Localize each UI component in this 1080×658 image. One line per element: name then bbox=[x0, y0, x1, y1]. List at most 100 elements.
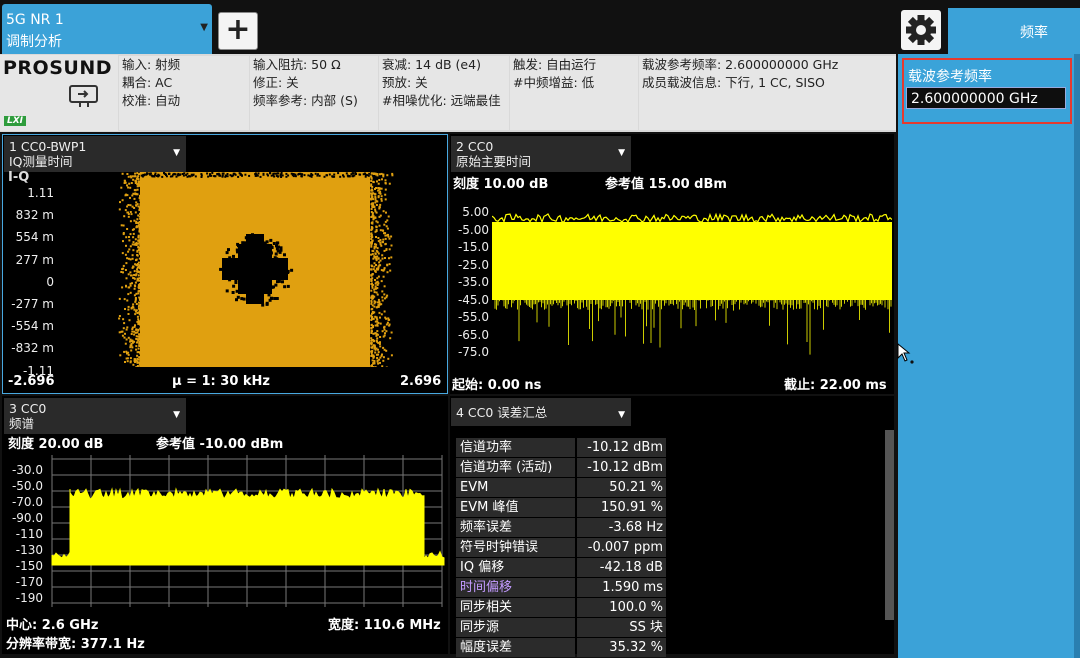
y-tick-label: -190 bbox=[15, 591, 43, 605]
info-trigger-group[interactable]: 触发: 自由运行 #中频增益: 低 bbox=[510, 56, 638, 130]
summary-row: 符号时钟错误 -0.007 ppm bbox=[456, 538, 666, 558]
info-text: 修正: 关 bbox=[253, 75, 299, 90]
info-text: 成员载波信息: 下行, 1 CC, SISO bbox=[642, 75, 825, 90]
chevron-down-icon: ▼ bbox=[200, 22, 208, 33]
raw-time-start: 起始: 0.00 ns bbox=[452, 378, 542, 393]
spectrum-scale: 刻度 20.00 dB bbox=[8, 437, 104, 452]
y-tick-label: -45.0 bbox=[457, 292, 489, 307]
iq-x-left: -2.696 bbox=[8, 374, 55, 389]
summary-value: 50.21 % bbox=[577, 478, 666, 497]
y-tick-label: -30.0 bbox=[11, 463, 43, 477]
summary-value: 1.590 ms bbox=[577, 578, 666, 597]
settings-button[interactable] bbox=[901, 10, 941, 50]
window-title: 2 CC0 bbox=[456, 139, 494, 154]
remote-control-icon bbox=[69, 85, 98, 107]
raw-time-scale: 刻度 10.00 dB bbox=[453, 177, 549, 192]
summary-value: 150.91 % bbox=[577, 498, 666, 517]
window-subtitle: 原始主要时间 bbox=[456, 154, 532, 169]
summary-key: EVM bbox=[456, 478, 575, 497]
spectrum-trace-plot bbox=[51, 455, 445, 607]
window-title: 1 CC0-BWP1 bbox=[9, 139, 87, 154]
summary-row: 频率误差 -3.68 Hz bbox=[456, 518, 666, 538]
spectrum-center-frequency: 中心: 2.6 GHz bbox=[6, 618, 99, 633]
window-2-tab[interactable]: 2 CC0 原始主要时间 ▼ bbox=[451, 136, 631, 172]
y-tick-label: -832 m bbox=[11, 341, 54, 356]
info-attenuation-group[interactable]: 衰减: 14 dB (e4) 预放: 关 #相噪优化: 远端最佳 bbox=[379, 56, 509, 130]
iq-constellation-plot bbox=[118, 172, 394, 367]
summary-key: 信道功率 bbox=[456, 438, 575, 457]
y-tick-label: -35.0 bbox=[457, 275, 489, 289]
chevron-down-icon: ▼ bbox=[173, 148, 180, 158]
summary-row: IQ 偏移 -42.18 dB bbox=[456, 558, 666, 578]
window-4-tab[interactable]: 4 CC0 误差汇总 ▼ bbox=[451, 398, 631, 426]
window-subtitle: IQ测量时间 bbox=[9, 154, 73, 169]
info-carrier-group[interactable]: 载波参考频率: 2.600000000 GHz 成员载波信息: 下行, 1 CC… bbox=[639, 56, 896, 130]
lxi-badge: LXI bbox=[4, 116, 27, 126]
info-text: 耦合: AC bbox=[122, 75, 173, 90]
logo-area: PROSUND LXI bbox=[0, 55, 118, 131]
iq-axis-name: I-Q bbox=[8, 170, 30, 185]
summary-key: 信道功率 (活动) bbox=[456, 458, 575, 477]
spectrum-ref-level: 参考值 -10.00 dBm bbox=[156, 437, 284, 452]
summary-value: -10.12 dBm bbox=[577, 458, 666, 477]
y-tick-label: -554 m bbox=[11, 319, 54, 334]
y-tick-label: 554 m bbox=[15, 230, 54, 245]
error-summary-scrollbar[interactable] bbox=[885, 430, 894, 620]
add-mode-button[interactable]: + bbox=[218, 12, 258, 50]
summary-value: -42.18 dB bbox=[577, 558, 666, 577]
info-text: 载波参考频率: 2.600000000 GHz bbox=[642, 57, 839, 72]
summary-row: EVM 峰值 150.91 % bbox=[456, 498, 666, 518]
menu-title-frequency: 频率 bbox=[948, 8, 1080, 54]
summary-key: IQ 偏移 bbox=[456, 558, 575, 577]
info-text: 触发: 自由运行 bbox=[513, 57, 597, 72]
summary-value: 100.0 % bbox=[577, 598, 666, 617]
raw-time-trace-plot bbox=[492, 212, 892, 355]
summary-key: 时间偏移 bbox=[456, 578, 575, 597]
y-tick-label: -150 bbox=[15, 559, 43, 573]
y-tick-label: -50.0 bbox=[11, 479, 43, 493]
y-tick-label: -277 m bbox=[11, 297, 54, 311]
summary-key: 频率误差 bbox=[456, 518, 575, 537]
window-1-tab[interactable]: 1 CC0-BWP1 IQ测量时间 ▼ bbox=[4, 136, 186, 172]
raw-time-ref-level: 参考值 15.00 dBm bbox=[605, 177, 727, 192]
summary-key: 符号时钟错误 bbox=[456, 538, 575, 557]
y-tick-label: -55.0 bbox=[457, 310, 489, 324]
raw-time-envelope bbox=[492, 222, 892, 300]
measurement-mode-tab[interactable]: 5G NR 1 调制分析 ▼ bbox=[2, 4, 212, 54]
iq-x-right: 2.696 bbox=[400, 374, 442, 389]
summary-row: 信道功率 (活动) -10.12 dBm bbox=[456, 458, 666, 478]
raw-time-stop: 截止: 22.00 ms bbox=[784, 378, 887, 393]
summary-row: 同步相关 100.0 % bbox=[456, 598, 666, 618]
summary-key: 幅度误差 bbox=[456, 638, 575, 657]
info-text: 衰减: 14 dB (e4) bbox=[382, 57, 481, 72]
window-3-tab[interactable]: 3 CC0 频谱 ▼ bbox=[4, 398, 186, 434]
info-text: 频率参考: 内部 (S) bbox=[253, 93, 358, 108]
summary-key: 同步相关 bbox=[456, 598, 575, 617]
info-text: #相噪优化: 远端最佳 bbox=[382, 93, 501, 108]
y-tick-label: -110 bbox=[15, 527, 43, 541]
mode-measurement: 调制分析 bbox=[6, 34, 62, 50]
summary-value: SS 块 bbox=[577, 618, 666, 637]
mode-name: 5G NR 1 bbox=[6, 12, 64, 28]
y-tick-label: 0 bbox=[46, 274, 54, 289]
y-tick-label: -170 bbox=[15, 575, 43, 589]
softkey-panel bbox=[898, 54, 1080, 658]
summary-value: -0.007 ppm bbox=[577, 538, 666, 557]
iq-numerology: μ = 1: 30 kHz bbox=[172, 374, 270, 389]
mouse-pointer-icon bbox=[897, 343, 914, 364]
summary-value: 35.32 % bbox=[577, 638, 666, 657]
info-input-group[interactable]: 输入: 射频 耦合: AC 校准: 自动 bbox=[119, 56, 249, 130]
carrier-reference-frequency-input[interactable]: 2.600000000 GHz bbox=[906, 87, 1066, 109]
summary-row: 信道功率 -10.12 dBm bbox=[456, 438, 666, 458]
summary-row: 幅度误差 35.32 % bbox=[456, 638, 666, 658]
y-tick-label: -130 bbox=[15, 543, 43, 557]
info-impedance-group[interactable]: 输入阻抗: 50 Ω 修正: 关 频率参考: 内部 (S) bbox=[250, 56, 378, 130]
panel-scroll-edge[interactable] bbox=[1074, 54, 1080, 658]
carrier-reference-frequency-label: 载波参考频率 bbox=[908, 69, 992, 85]
info-text: 校准: 自动 bbox=[122, 93, 181, 108]
summary-row: EVM 50.21 % bbox=[456, 478, 666, 498]
summary-value: -10.12 dBm bbox=[577, 438, 666, 457]
brand-logo: PROSUND bbox=[3, 57, 112, 79]
window-subtitle: 频谱 bbox=[9, 416, 35, 431]
y-tick-label: 277 m bbox=[15, 252, 54, 267]
